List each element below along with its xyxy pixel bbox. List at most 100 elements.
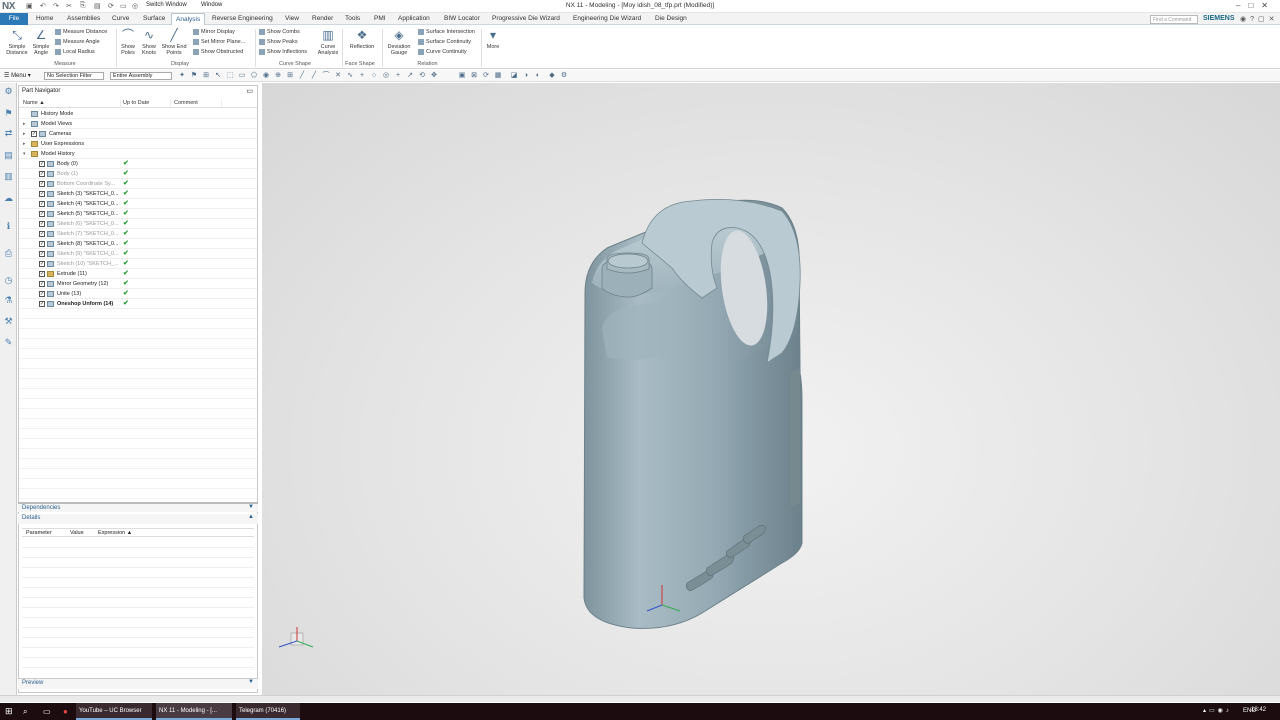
details-panel[interactable]: Details ▲ [18,514,258,524]
chevron-down-icon[interactable]: ▼ [248,504,254,510]
view-orient-icon[interactable]: ▦ [494,72,502,80]
tab-curve[interactable]: Curve [108,13,133,25]
taskbar-nx[interactable]: NX 11 - Modeling - [... [156,703,232,720]
measure-angle-button[interactable]: Measure Angle [55,37,107,47]
reuse-library-icon[interactable]: ▥ [3,171,14,182]
tree-row[interactable]: ✓ Sketch (4) "SKETCH_0... ✔ [19,199,257,209]
selection-scope-select[interactable]: Entire Assembly [110,72,172,80]
command-finder-input[interactable]: Find a Command [1150,15,1198,24]
chevron-down-icon[interactable]: ▼ [248,679,254,685]
assembly-navigator-icon[interactable]: ⚑ [3,108,14,119]
rotate-icon[interactable]: ⟲ [418,72,426,80]
tab-render[interactable]: Render [308,13,337,25]
show-end-points-button[interactable]: ╱ Show End Points [160,28,188,56]
select-lasso-icon[interactable]: ⬚ [226,72,234,80]
simple-angle-button[interactable]: ∠ Simple Angle [30,28,52,56]
tab-progressive-die-wizard[interactable]: Progressive Die Wizard [488,13,564,25]
task-view-icon[interactable]: ▭ [40,703,54,720]
visibility-checkbox[interactable]: ✓ [39,221,45,227]
file-tab[interactable]: File [0,13,28,25]
visibility-checkbox[interactable]: ✓ [39,181,45,187]
set-mirror-plane-button[interactable]: Set Mirror Plane... [193,37,245,47]
grid-icon[interactable]: ⊞ [286,72,294,80]
tab-pmi[interactable]: PMI [370,13,390,25]
tree-row[interactable]: ✓ Unite (13) ✔ [19,289,257,299]
pan-icon[interactable]: ✥ [430,72,438,80]
tab-application[interactable]: Application [394,13,434,25]
expand-icon[interactable]: ▸ [23,129,26,139]
wave-icon[interactable]: ∿ [346,72,354,80]
tree-row[interactable]: ✓ Sketch (7) "SKETCH_0... ✔ [19,229,257,239]
snap-point-icon[interactable]: ✕ [334,72,342,80]
visibility-checkbox[interactable]: ✓ [39,281,45,287]
filter-icon[interactable]: ⚑ [190,72,198,80]
settings-icon[interactable]: ⚙ [3,86,14,97]
roles-icon[interactable]: ✎ [3,337,14,348]
plus-icon[interactable]: + [358,72,366,80]
tab-assemblies[interactable]: Assemblies [63,13,104,25]
visibility-checkbox[interactable]: ✓ [39,211,45,217]
zoom-icon[interactable]: ⊕ [274,72,282,80]
selection-filter-select[interactable]: No Selection Filter [44,72,104,80]
tree-row[interactable]: ✓ Sketch (10) "SKETCH_... ✔ [19,259,257,269]
show-hide-icon[interactable]: ◐ [534,72,542,80]
shading-icon[interactable]: ◑ [522,72,530,80]
window-controls[interactable]: ‒□✕ [1236,1,1276,10]
system-materials-icon[interactable]: ⚗ [3,295,14,306]
maximize-icon[interactable]: ▭ [246,87,253,95]
parameter-column-header[interactable]: Parameter [26,530,52,536]
comment-column-header[interactable]: Comment [174,100,198,106]
help-icon[interactable]: ◉?▢✕ [1240,15,1278,23]
preview-panel[interactable]: Preview ▼ [18,678,258,689]
tree-row[interactable]: ✓ Sketch (3) "SKETCH_0... ✔ [19,189,257,199]
view-zoom-icon[interactable]: ⊠ [470,72,478,80]
simple-distance-button[interactable]: ⤡ Simple Distance [4,28,30,56]
visibility-checkbox[interactable]: ✓ [39,301,45,307]
visibility-checkbox[interactable]: ✓ [39,201,45,207]
expression-column-header[interactable]: Expression ▲ [98,530,132,536]
tree-row[interactable]: ✓ Extrude (11) ✔ [19,269,257,279]
expand-icon[interactable]: ▸ [23,139,26,149]
circle-icon[interactable]: ○ [370,72,378,80]
render-style-icon[interactable]: ◪ [510,72,518,80]
view-fit-icon[interactable]: ▣ [458,72,466,80]
layer-icon[interactable]: ◆ [548,72,556,80]
chevron-up-icon[interactable]: ▲ [248,514,254,520]
circle2-icon[interactable]: ◎ [382,72,390,80]
tree-row[interactable]: ✓ Bottom Coordinate Sy... ✔ [19,179,257,189]
visibility-checkbox[interactable]: ✓ [39,271,45,277]
visibility-checkbox[interactable]: ✓ [39,231,45,237]
process-studio-icon[interactable]: ⚒ [3,316,14,327]
taskbar-uc-browser[interactable]: YouTube – UC Browser [76,703,152,720]
plus2-icon[interactable]: + [394,72,402,80]
fit-icon[interactable]: ◉ [262,72,270,80]
hd3d-icon[interactable]: ☁ [3,193,14,204]
view-rotate-icon[interactable]: ⟳ [482,72,490,80]
arrow-icon[interactable]: ↗ [406,72,414,80]
deviation-gauge-button[interactable]: ◈ Deviation Gauge [385,28,413,56]
app-red-icon[interactable]: ● [60,703,71,720]
visibility-checkbox[interactable]: ✓ [39,261,45,267]
tree-row[interactable]: ✓ Body (0) ✔ [19,159,257,169]
tree-row[interactable]: ✓ Sketch (5) "SKETCH_0... ✔ [19,209,257,219]
tab-engineering-die-wizard[interactable]: Engineering Die Wizard [569,13,645,25]
surface-intersection-button[interactable]: Surface Intersection [418,27,475,37]
more-button[interactable]: ▾ More [484,28,502,50]
dependencies-panel[interactable]: Dependencies ▼ [18,502,258,512]
tab-surface[interactable]: Surface [139,13,169,25]
show-combs-button[interactable]: Show Combs [259,27,307,37]
surface-continuity-button[interactable]: Surface Continuity [418,37,475,47]
value-column-header[interactable]: Value [70,530,84,536]
visibility-checkbox[interactable]: ✓ [39,161,45,167]
tree-row[interactable]: ✓ Sketch (6) "SKETCH_0... ✔ [19,219,257,229]
visibility-checkbox[interactable]: ✓ [39,171,45,177]
clock[interactable]: 18:42 [1251,707,1266,713]
select-poly-icon[interactable]: ⬠ [250,72,258,80]
local-radius-button[interactable]: Local Radius [55,47,107,57]
tab-biw-locator[interactable]: BIW Locator [440,13,484,25]
select-all-icon[interactable]: ⊞ [202,72,210,80]
tab-analysis[interactable]: Analysis [171,13,206,25]
tree-row[interactable]: ✓ Sketch (9) "SKETCH_0... ✔ [19,249,257,259]
visibility-checkbox[interactable]: ✓ [39,191,45,197]
canister-model[interactable] [262,83,1280,695]
